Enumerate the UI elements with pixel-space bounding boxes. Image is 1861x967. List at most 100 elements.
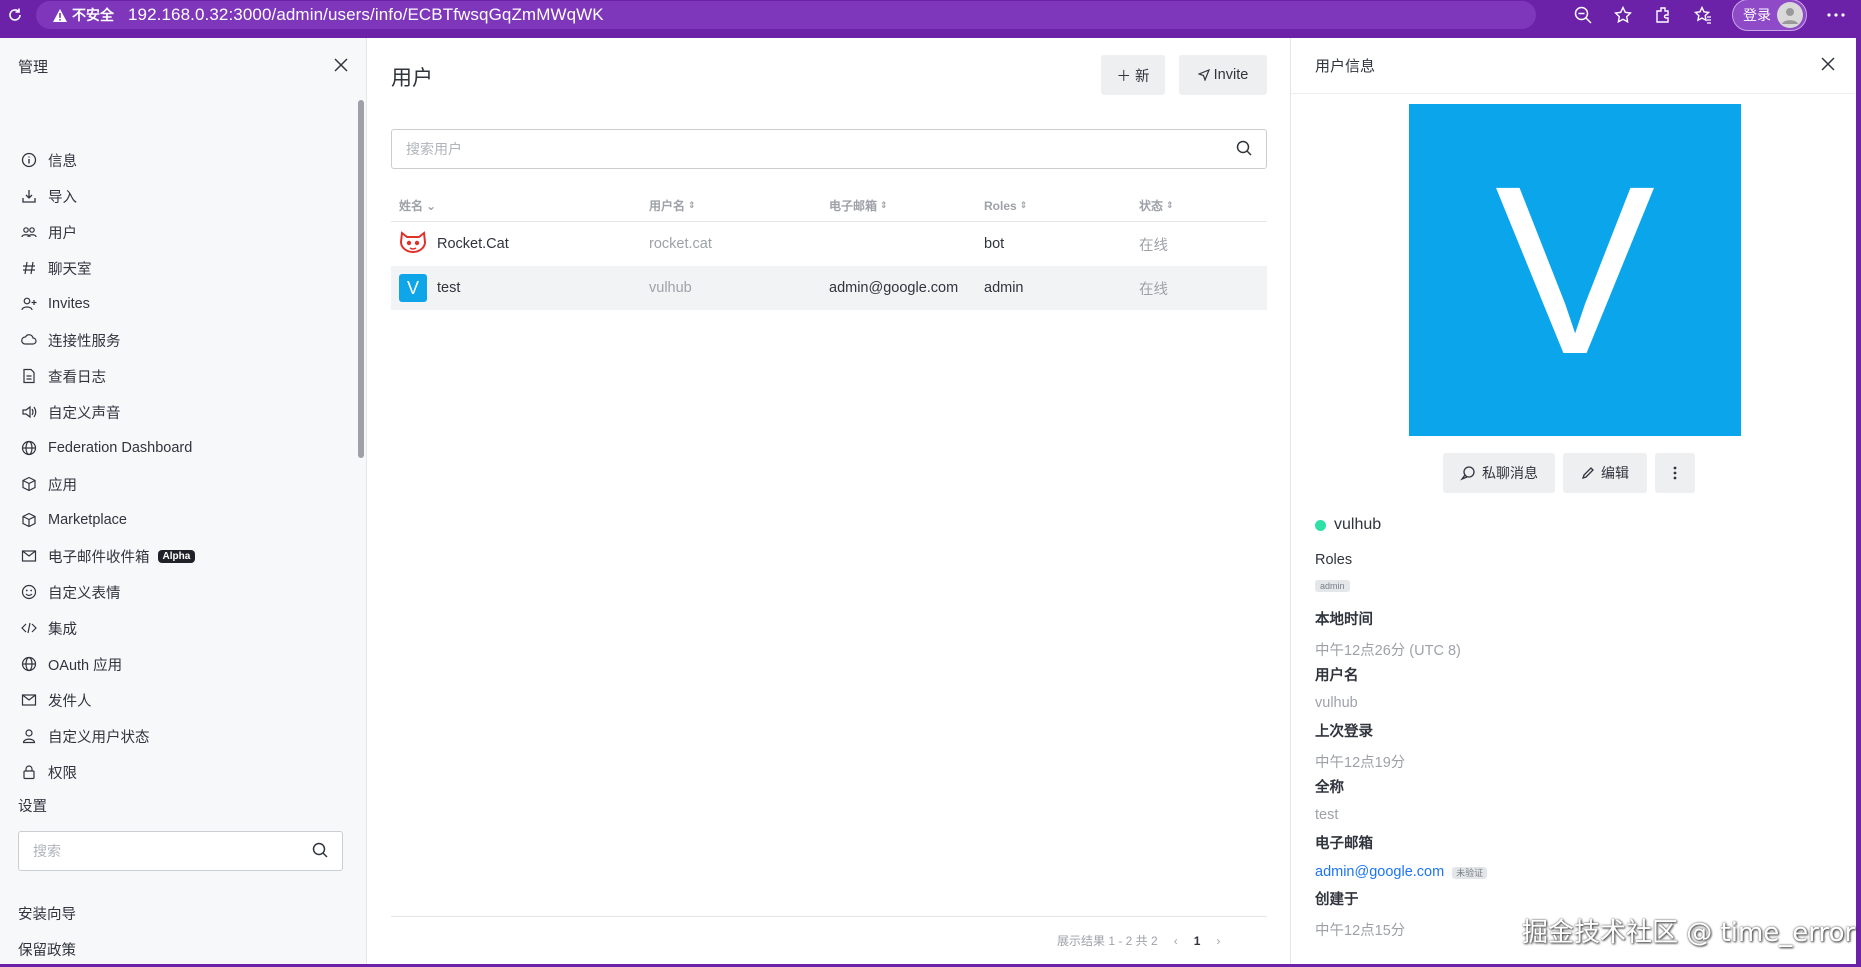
edit-user-button[interactable]: 编辑 [1563, 453, 1647, 493]
extensions-icon[interactable] [1652, 4, 1674, 26]
sidebar-item-label: 聊天室 [48, 261, 92, 278]
email-link[interactable]: admin@google.com [1315, 864, 1444, 880]
fullname-section: 全称 test [1315, 776, 1344, 823]
username-value: vulhub [1315, 695, 1358, 711]
settings-label: 设置 [18, 799, 47, 815]
zoom-icon[interactable] [1572, 4, 1594, 26]
cloud-icon [20, 331, 38, 349]
column-username[interactable]: 用户名 ⇕ [649, 197, 829, 214]
lock-icon [20, 763, 38, 781]
sidebar-item-label: Marketplace [48, 512, 127, 528]
sidebar-item-label: 信息 [48, 153, 77, 170]
user-roles: admin [984, 280, 1024, 296]
close-sidebar-icon[interactable] [334, 57, 348, 75]
next-page-icon[interactable]: › [1216, 934, 1220, 948]
sidebar-item[interactable]: 自定义声音 [0, 394, 360, 430]
sidebar-item[interactable]: 连接性服务 [0, 322, 360, 358]
sort-icon: ⇕ [1166, 200, 1174, 210]
reload-icon[interactable] [0, 7, 30, 23]
email-section: 电子邮箱 admin@google.com 未验证 [1315, 832, 1488, 880]
fullname-value: test [1315, 807, 1339, 823]
close-panel-icon[interactable] [1821, 57, 1835, 74]
address-bar[interactable]: 不安全 192.168.0.32:3000/admin/users/info/E… [36, 1, 1536, 29]
user-search[interactable] [391, 129, 1267, 169]
profile-button[interactable]: 登录 [1732, 0, 1807, 31]
alpha-badge: Alpha [157, 549, 196, 563]
retention-policy-link[interactable]: 保留政策 [18, 939, 76, 960]
star-icon[interactable] [1612, 4, 1634, 26]
sidebar-item[interactable]: 查看日志 [0, 358, 360, 394]
setup-wizard-link[interactable]: 安装向导 [18, 903, 76, 924]
sidebar-item[interactable]: 权限 [0, 754, 360, 790]
new-user-button[interactable]: ＋ 新 [1101, 55, 1165, 95]
roles-label: Roles [1315, 552, 1353, 568]
sidebar-item[interactable]: 用户 [0, 214, 360, 250]
direct-message-button[interactable]: 私聊消息 [1443, 453, 1555, 493]
new-user-label: 新 [1135, 68, 1150, 85]
sidebar-item-label: 查看日志 [48, 369, 106, 386]
sidebar-item[interactable]: Marketplace [0, 502, 360, 538]
sidebar-item[interactable]: 电子邮件收件箱 Alpha [0, 538, 360, 574]
cube-icon [20, 475, 38, 493]
local-time-section: 本地时间 中午12点26分 (UTC 8) [1315, 608, 1461, 660]
table-row[interactable]: V test vulhub admin@google.com admin 在线 [391, 266, 1267, 310]
sidebar-item[interactable]: OAuth 应用 [0, 646, 360, 682]
chat-icon [1460, 466, 1475, 481]
login-label: 登录 [1743, 7, 1771, 23]
column-name[interactable]: 姓名 ⌄ [391, 197, 649, 214]
invite-button[interactable]: Invite [1179, 55, 1267, 95]
pencil-icon [1581, 467, 1594, 480]
last-login-label: 上次登录 [1315, 724, 1373, 740]
sidebar-item[interactable]: 导入 [0, 178, 360, 214]
favorites-icon[interactable] [1692, 4, 1714, 26]
column-roles[interactable]: Roles ⇕ [984, 199, 1139, 213]
user-roles: bot [984, 236, 1005, 252]
sidebar-item-label: 电子邮件收件箱 [48, 549, 150, 566]
dm-label: 私聊消息 [1482, 465, 1538, 481]
search-icon[interactable] [312, 842, 328, 861]
sidebar-item[interactable]: 应用 [0, 466, 360, 502]
sidebar-item[interactable]: 集成 [0, 610, 360, 646]
user-search-input[interactable] [406, 141, 1236, 157]
settings-search[interactable] [18, 831, 343, 871]
settings-search-input[interactable] [33, 843, 312, 859]
page-title: 用户 [391, 67, 433, 90]
sidebar-item-label: 自定义用户状态 [48, 729, 150, 746]
sidebar-item-label: 应用 [48, 477, 77, 494]
insecure-warning[interactable]: 不安全 [52, 5, 114, 25]
table-row[interactable]: Rocket.Cat rocket.cat bot 在线 [391, 222, 1267, 266]
kebab-menu-icon[interactable] [1655, 453, 1695, 493]
prev-page-icon[interactable]: ‹ [1174, 934, 1178, 948]
globe-icon [20, 655, 38, 673]
more-icon[interactable] [1825, 4, 1847, 26]
sidebar-item-label: Invites [48, 296, 90, 312]
watermark: 掘金技术社区 @ time_error [1522, 918, 1856, 948]
pagination-summary: 展示结果 1 - 2 共 2 [1057, 934, 1158, 948]
code-icon [20, 619, 38, 637]
sidebar-item[interactable]: 自定义表情 [0, 574, 360, 610]
sidebar-scrollbar[interactable] [358, 100, 364, 458]
cube-icon [20, 511, 38, 529]
local-time-value: 中午12点26分 (UTC 8) [1315, 643, 1461, 659]
user-avatar: V [399, 274, 427, 302]
hashtag-icon [20, 259, 38, 277]
search-icon[interactable] [1236, 140, 1252, 159]
user-display-name: test [437, 280, 461, 296]
sidebar-item[interactable]: 信息 [0, 142, 360, 178]
sidebar-item[interactable]: 自定义用户状态 [0, 718, 360, 754]
sidebar-item-label: 权限 [48, 765, 77, 782]
roles-section: Roles admin [1315, 552, 1352, 592]
sidebar-item[interactable]: 发件人 [0, 682, 360, 718]
column-status[interactable]: 状态 ⇕ [1139, 197, 1259, 214]
sort-icon: ⇕ [880, 200, 888, 210]
user-email: admin@google.com [829, 280, 959, 296]
sidebar-item[interactable]: Federation Dashboard [0, 430, 360, 466]
user-username: vulhub [649, 280, 692, 296]
column-email[interactable]: 电子邮箱 ⇕ [829, 197, 984, 214]
sidebar-item[interactable]: Invites [0, 286, 360, 322]
page-number[interactable]: 1 [1194, 934, 1201, 948]
users-page: 用户 ＋ 新 Invite 姓名⌄ 用户名⇕ 电子邮箱⇕ Roles⇕ 状态⇕ [367, 38, 1291, 964]
username-section: 用户名 vulhub [1315, 664, 1359, 711]
rocket-cat-avatar-icon [399, 230, 427, 258]
sidebar-item[interactable]: 聊天室 [0, 250, 360, 286]
